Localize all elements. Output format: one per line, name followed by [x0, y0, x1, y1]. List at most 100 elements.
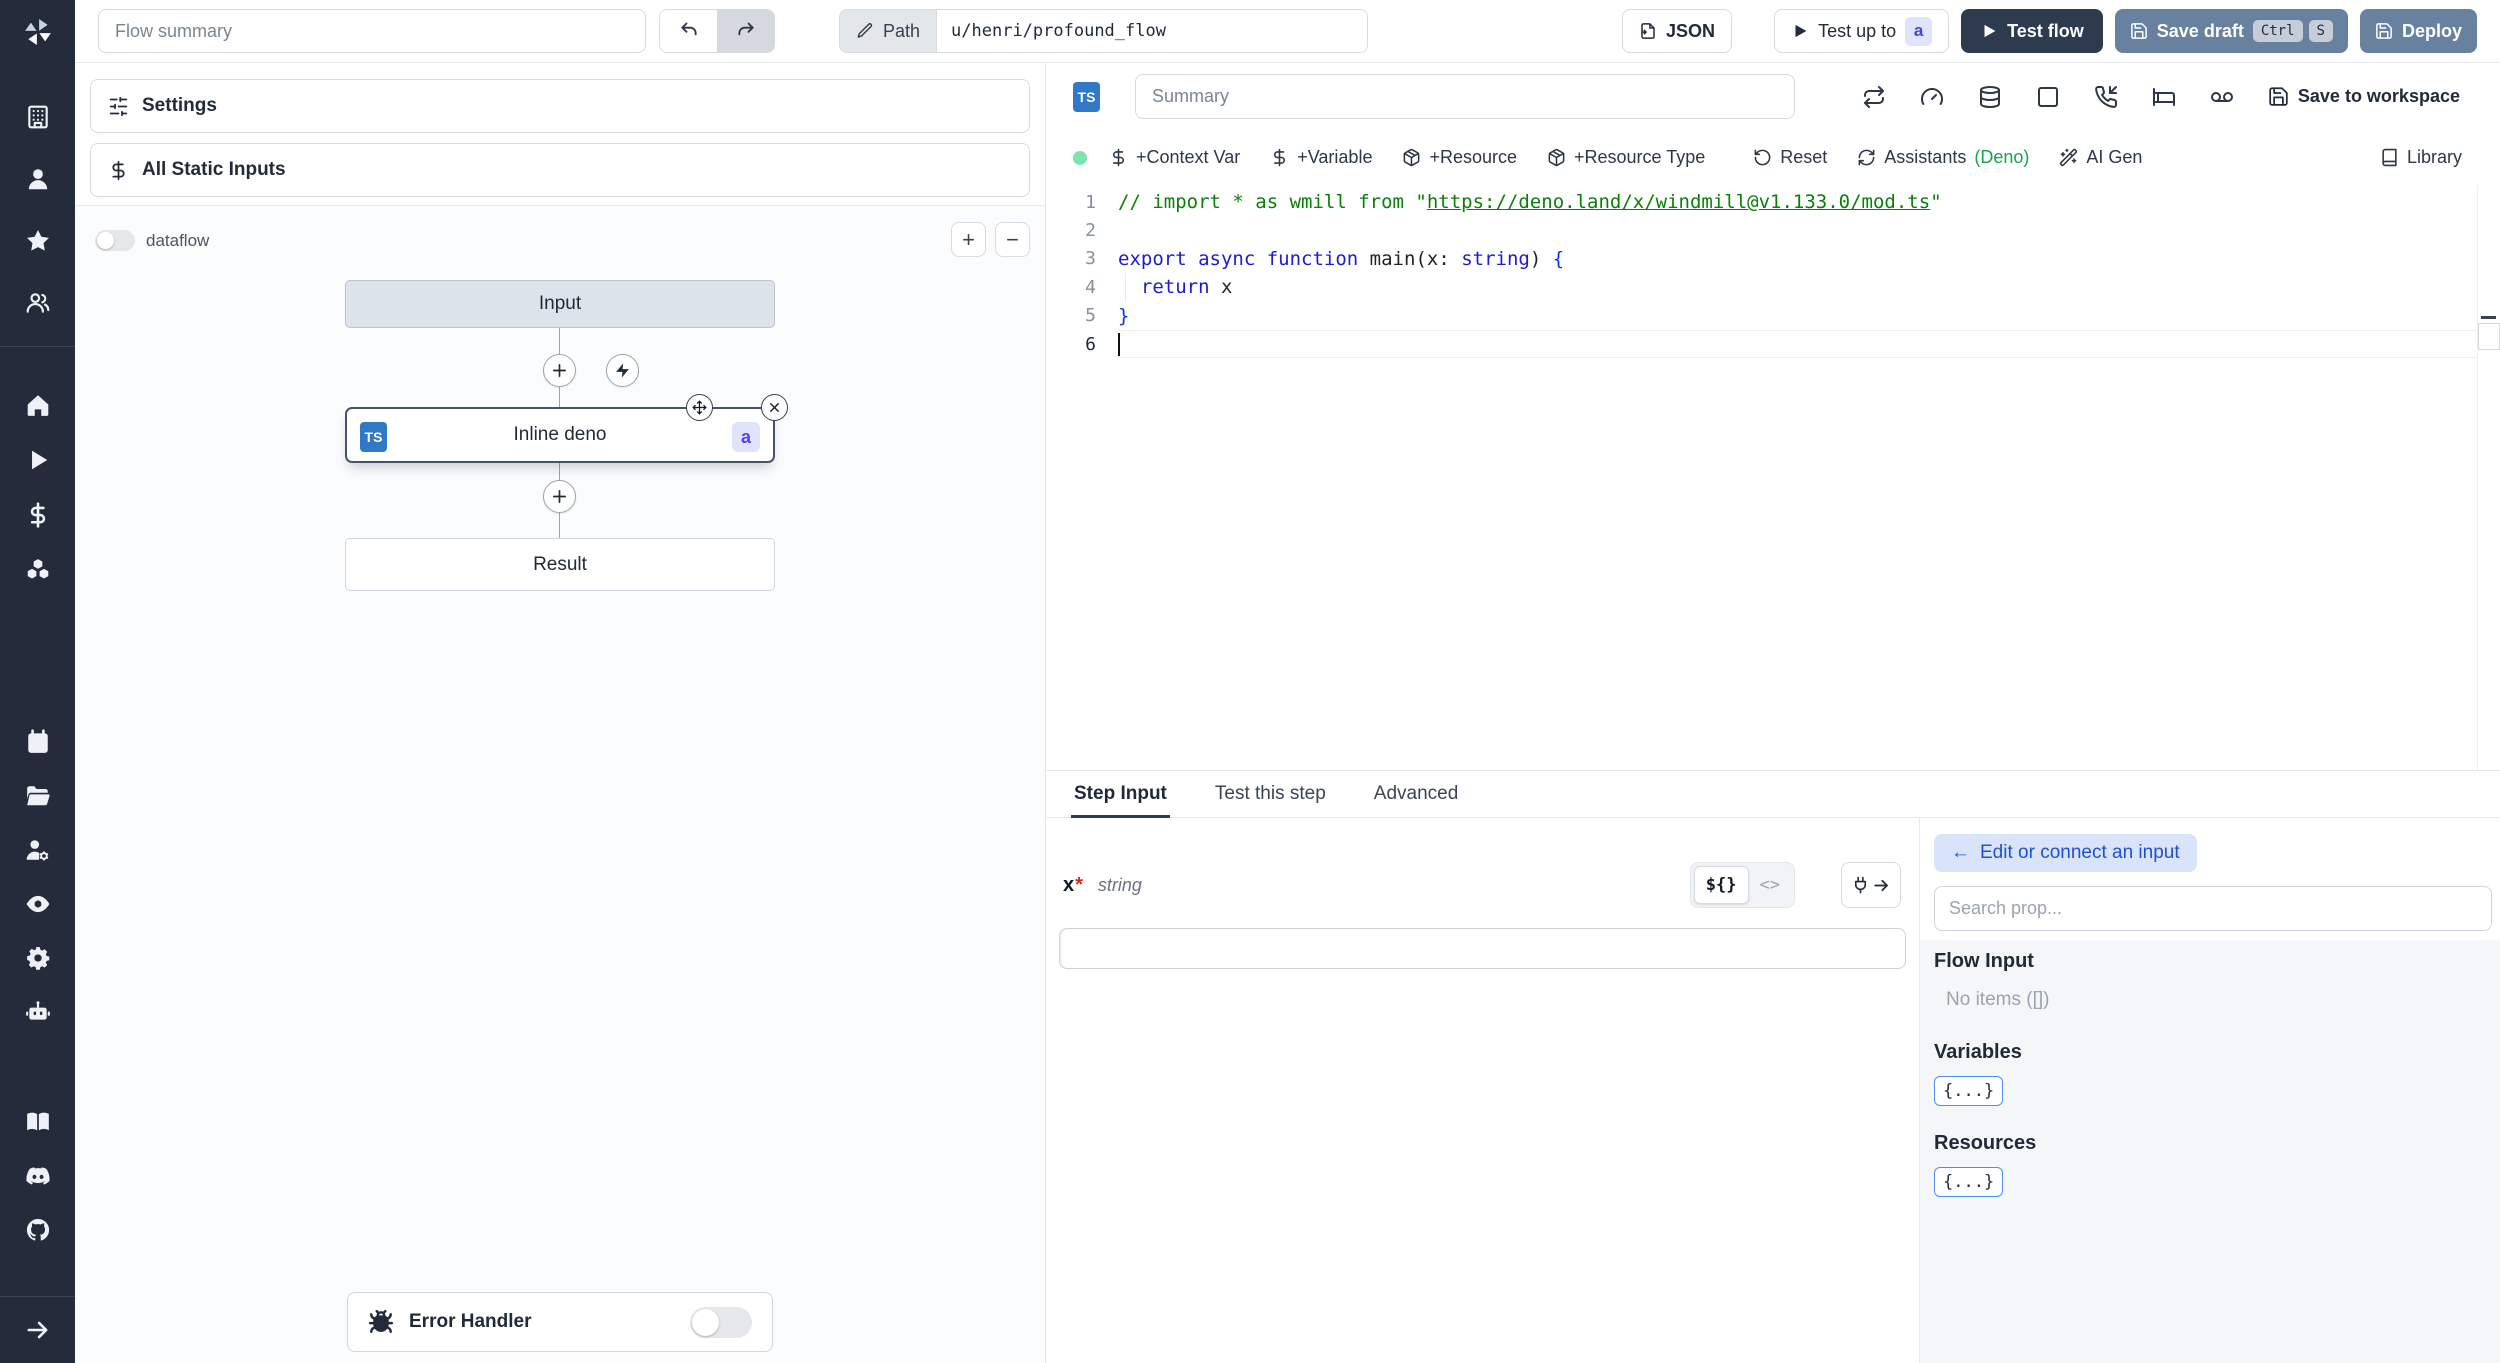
input-mode-toggle: ${} <> — [1689, 862, 1795, 908]
user-icon[interactable] — [0, 148, 75, 210]
add-step-below-button[interactable] — [543, 480, 576, 513]
database-icon[interactable] — [1978, 85, 2002, 109]
delete-step-button[interactable] — [761, 394, 788, 421]
boxes-icon[interactable] — [0, 542, 75, 597]
result-node[interactable]: Result — [345, 538, 775, 591]
zoom-out-button[interactable]: − — [995, 222, 1030, 257]
zoom-in-button[interactable]: + — [951, 222, 986, 257]
add-variable-button[interactable]: +Variable — [1270, 147, 1372, 168]
edit-or-connect-button[interactable]: ← Edit or connect an input — [1934, 834, 2197, 872]
repeat-icon[interactable] — [1862, 85, 1886, 109]
step-summary-input[interactable] — [1135, 74, 1795, 119]
user-cog-icon[interactable] — [0, 823, 75, 877]
move-step-button[interactable] — [686, 394, 713, 421]
building-icon — [27, 105, 48, 129]
arg-x-value-input[interactable] — [1059, 928, 1906, 969]
add-context-var-button[interactable]: +Context Var — [1109, 147, 1240, 168]
code-line-3[interactable]: 3 export async function main (x: string) { — [1046, 245, 2500, 273]
github-icon[interactable] — [0, 1203, 75, 1257]
prop-picker: ← Edit or connect an input Flow Input No… — [1919, 818, 2500, 1363]
assistants-button[interactable]: Assistants (Deno) — [1857, 147, 2029, 168]
flow-graph-canvas[interactable]: dataflow + − Input TS Inline deno a Resu… — [75, 205, 1045, 1363]
redo-button[interactable] — [717, 10, 774, 52]
discord-icon — [25, 1167, 50, 1185]
bot-icon[interactable] — [0, 985, 75, 1039]
all-static-inputs-button[interactable]: All Static Inputs — [90, 143, 1030, 197]
code-line-5[interactable]: 5} — [1046, 302, 2500, 330]
deploy-button[interactable]: Deploy — [2359, 9, 2477, 53]
tab-step-input[interactable]: Step Input — [1071, 771, 1170, 818]
gauge-icon[interactable] — [1920, 85, 1944, 109]
connect-input-button[interactable] — [1841, 862, 1901, 908]
code-line-1[interactable]: 1 // import * as wmill from " https://deno… — [1046, 188, 2500, 216]
flow-summary-input[interactable] — [98, 9, 646, 53]
tab-advanced[interactable]: Advanced — [1371, 771, 1462, 817]
windmill-logo-icon[interactable] — [23, 10, 53, 54]
flow-settings-button[interactable]: Settings — [90, 79, 1030, 133]
code-line-4[interactable]: 4 return x — [1046, 273, 2500, 302]
play-icon — [1795, 24, 1807, 38]
building-icon[interactable] — [0, 86, 75, 148]
deploy-label: Deploy — [2401, 20, 2462, 41]
input-node-label: Input — [538, 293, 582, 314]
dataflow-toggle[interactable] — [95, 230, 135, 251]
cursor-position-marker — [2481, 316, 2496, 319]
star-icon[interactable] — [0, 210, 75, 272]
variables-object-chip[interactable]: {...} — [1934, 1076, 2004, 1106]
test-up-to-step-badge[interactable]: a — [1905, 16, 1933, 46]
package-icon — [1404, 148, 1420, 167]
dollar-icon — [112, 160, 125, 180]
typescript-badge: TS — [1073, 81, 1100, 112]
input-node[interactable]: Input — [345, 280, 775, 328]
phone-incoming-icon[interactable] — [2094, 85, 2118, 109]
code-mode-option[interactable]: <> — [1749, 866, 1791, 904]
add-resource-type-button[interactable]: +Resource Type — [1547, 147, 1705, 168]
undo-button[interactable] — [660, 10, 717, 52]
settings-icon[interactable] — [0, 931, 75, 985]
add-resource-button[interactable]: +Resource — [1402, 147, 1517, 168]
home-icon[interactable] — [0, 377, 75, 432]
users-icon[interactable] — [0, 272, 75, 334]
code-text: return x — [1140, 276, 1233, 299]
add-step-button[interactable] — [543, 354, 576, 387]
square-icon[interactable] — [2036, 85, 2060, 109]
prop-search-input[interactable] — [1934, 886, 2492, 931]
save-to-workspace-button[interactable]: Save to workspace — [2268, 86, 2460, 107]
test-up-to-button[interactable]: Test up to a — [1774, 9, 1950, 53]
line-number: 1 — [1085, 191, 1096, 213]
error-handler-toggle[interactable] — [690, 1306, 752, 1338]
user-cog-icon — [26, 840, 48, 861]
code-editor[interactable]: 1 // import * as wmill from " https://deno… — [1046, 185, 2500, 770]
editor-overview-ruler[interactable] — [2477, 185, 2500, 770]
discord-icon[interactable] — [0, 1149, 75, 1203]
test-flow-button[interactable]: Test flow — [1961, 9, 2103, 53]
folder-open-icon[interactable] — [0, 769, 75, 823]
calendar-icon[interactable] — [0, 715, 75, 769]
path-input[interactable] — [937, 10, 1368, 52]
code-line-6[interactable]: 6 — [1046, 329, 2500, 359]
reset-button[interactable]: Reset — [1753, 147, 1827, 168]
path-edit-button[interactable]: Path — [840, 10, 938, 52]
file-json-icon — [1641, 23, 1655, 39]
library-button[interactable]: Library — [2380, 147, 2462, 168]
template-mode-option[interactable]: ${} — [1693, 866, 1749, 904]
step-node-inline-deno[interactable]: TS Inline deno a — [345, 407, 775, 463]
bed-icon[interactable] — [2152, 85, 2176, 109]
tab-test-this-step[interactable]: Test this step — [1212, 771, 1329, 817]
play-icon[interactable] — [0, 432, 75, 487]
book-icon[interactable] — [0, 1095, 75, 1149]
app-sidebar — [0, 0, 75, 1363]
path-label: Path — [883, 20, 921, 41]
json-button[interactable]: JSON — [1622, 9, 1733, 53]
eye-icon[interactable] — [0, 877, 75, 931]
resources-object-chip[interactable]: {...} — [1934, 1167, 2004, 1197]
save-draft-button[interactable]: Save draft Ctrl S — [2114, 9, 2348, 53]
step-input-form: x * string ${} <> — [1046, 818, 1919, 1363]
voicemail-icon[interactable] — [2210, 85, 2234, 109]
code-line-2[interactable]: 2 — [1046, 216, 2500, 244]
dollar-icon[interactable] — [0, 487, 75, 542]
add-trigger-button[interactable] — [606, 354, 639, 387]
line-number: 5 — [1085, 305, 1096, 327]
ai-gen-button[interactable]: AI Gen — [2059, 147, 2142, 168]
arrow-right-icon[interactable] — [0, 1297, 75, 1363]
